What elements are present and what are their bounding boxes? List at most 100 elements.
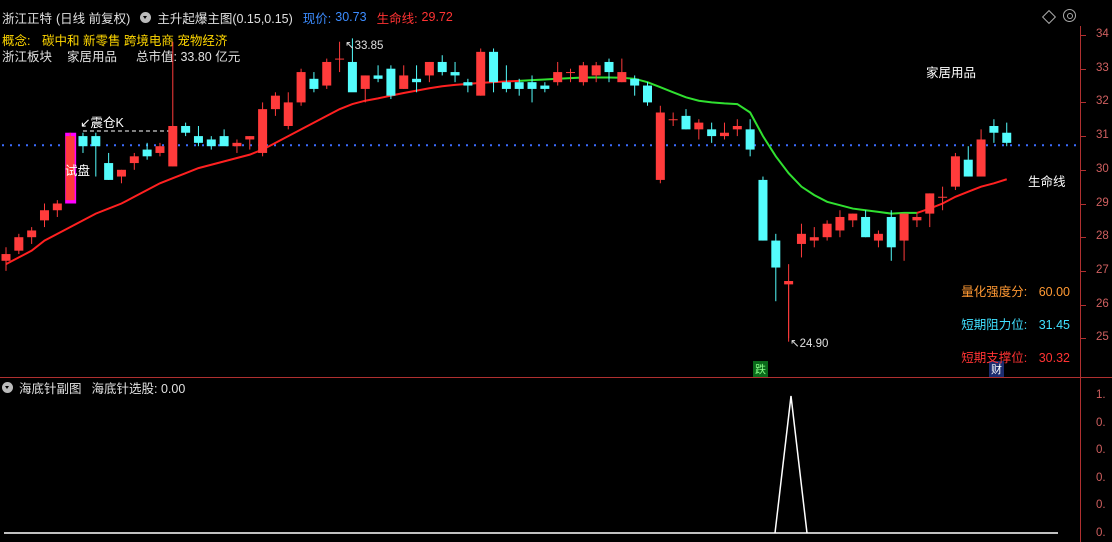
candle-body: [258, 109, 268, 153]
candle: [104, 152, 114, 180]
sub-spike: [774, 395, 808, 534]
candle: [489, 48, 499, 93]
price-axis-tick: 27: [1096, 263, 1109, 276]
candle-body: [142, 149, 152, 157]
candle: [116, 169, 126, 184]
price-axis-tick: 29: [1096, 196, 1109, 209]
candle-body: [39, 210, 49, 221]
candle-body: [719, 132, 729, 137]
candle-body: [938, 196, 948, 198]
candle: [578, 61, 588, 86]
candle: [309, 72, 319, 93]
candle: [886, 210, 896, 261]
candle-body: [758, 179, 768, 241]
sub-axis-tick: 0.: [1096, 499, 1106, 512]
candle: [412, 65, 422, 93]
candle: [938, 186, 948, 211]
price-axis-tick: 25: [1096, 331, 1109, 344]
candle: [399, 65, 409, 89]
candlestick-chart[interactable]: [0, 0, 1080, 377]
candle-body: [437, 61, 447, 73]
candle: [1, 247, 11, 271]
candle-body: [950, 156, 960, 187]
candle-body: [732, 125, 742, 130]
industry-tag: 家居用品: [926, 66, 977, 80]
die-badge: 跌: [753, 361, 768, 377]
candle: [732, 119, 742, 137]
candle-body: [1002, 132, 1012, 143]
candle: [245, 136, 255, 150]
candle: [258, 102, 268, 157]
shipan-label: 试盘: [65, 164, 91, 178]
candle: [335, 41, 345, 73]
candle: [604, 58, 614, 83]
candle-body: [78, 136, 88, 147]
candle-body: [309, 78, 319, 89]
candle: [963, 146, 973, 177]
price-axis-tick-mark: [1081, 270, 1086, 272]
candle: [681, 109, 691, 130]
price-axis-tick: 30: [1096, 162, 1109, 175]
axis-separator: [1080, 26, 1081, 542]
candle-body: [873, 233, 883, 241]
candle-body: [360, 75, 370, 89]
high-price-label: ↖33.85: [345, 40, 384, 52]
candle: [322, 58, 332, 89]
candle: [283, 92, 293, 130]
candle-body: [989, 125, 999, 133]
candle-body: [848, 213, 858, 221]
candle-body: [129, 156, 139, 164]
candle-body: [925, 193, 935, 214]
candle: [501, 65, 511, 93]
candle-body: [373, 75, 383, 79]
candle: [386, 65, 396, 100]
candle: [925, 193, 935, 228]
price-axis-tick-mark: [1081, 338, 1086, 340]
candle-body: [181, 125, 191, 133]
candle: [296, 68, 306, 106]
candle-body: [116, 169, 126, 177]
candle-body: [52, 203, 62, 211]
candle: [848, 213, 858, 228]
candle: [91, 132, 101, 177]
price-axis-tick-mark: [1081, 102, 1086, 104]
candle: [912, 213, 922, 228]
candle: [861, 210, 871, 238]
candle-body: [566, 72, 576, 74]
candle: [463, 78, 473, 93]
candle-body: [745, 129, 755, 150]
candle: [707, 122, 717, 143]
candle: [758, 176, 768, 241]
candle: [796, 223, 806, 258]
candle: [989, 119, 999, 143]
price-axis-tick-mark: [1081, 169, 1086, 171]
candle-body: [232, 142, 242, 147]
candle-body: [424, 61, 434, 76]
candle-body: [322, 61, 332, 86]
candle-body: [796, 233, 806, 244]
candle-body: [976, 139, 986, 177]
candle-body: [963, 159, 973, 177]
candle-body: [219, 136, 229, 147]
low-price-label: ↖24.90: [790, 338, 829, 350]
sub-panel-chart[interactable]: [0, 378, 1080, 542]
candle: [27, 227, 37, 244]
candle: [976, 129, 986, 177]
candle-body: [347, 61, 357, 93]
sub-axis-tick: 0.: [1096, 416, 1106, 429]
candle-body: [591, 65, 601, 76]
candle-body: [553, 72, 563, 83]
candle-body: [335, 58, 345, 60]
candle: [745, 119, 755, 157]
resistance-label: 短期阻力位:: [961, 318, 1028, 332]
candle-body: [617, 72, 627, 83]
candle-body: [270, 95, 280, 110]
candle: [52, 200, 62, 217]
candle-body: [296, 72, 306, 103]
candle-body: [193, 136, 203, 143]
candle-body: [643, 85, 652, 103]
candle-body: [886, 216, 896, 248]
support-row: 短期支撑位: 30.32: [961, 347, 1070, 366]
candle-body: [168, 125, 178, 167]
candle-body: [822, 223, 832, 238]
